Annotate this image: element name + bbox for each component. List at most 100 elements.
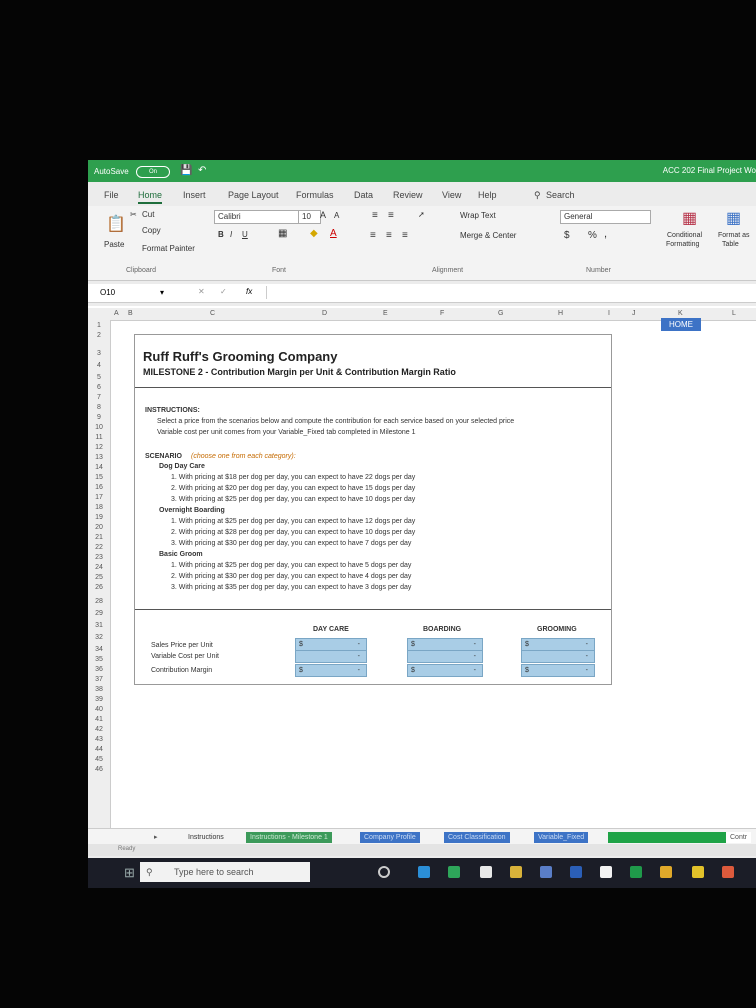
formula-input[interactable] [266,286,747,299]
row-header[interactable]: 10 [88,424,110,431]
column-header[interactable]: L [732,310,736,317]
row-header[interactable]: 18 [88,504,110,511]
edge-icon[interactable] [418,866,430,878]
row-header[interactable]: 45 [88,756,110,763]
format-as-table-button-line2[interactable]: Table [722,241,739,248]
sheet-tab-instructions-milestone-1[interactable]: Instructions - Milestone 1 [246,832,332,843]
percent-button[interactable]: % [588,230,597,241]
row-header[interactable]: 41 [88,716,110,723]
conditional-formatting-button[interactable]: Conditional [667,232,702,239]
cut-button[interactable]: Cut [142,210,154,219]
input-cell-boarding-variable[interactable]: - [407,650,483,663]
format-as-table-button[interactable]: Format as [718,232,750,239]
format-painter-button[interactable]: Format Painter [142,244,195,253]
row-header[interactable]: 12 [88,444,110,451]
sheet-tab-variable-fixed[interactable]: Variable_Fixed [534,832,589,843]
column-header[interactable]: I [608,310,610,317]
row-header[interactable]: 6 [88,384,110,391]
fill-color-icon[interactable]: ◆ [310,228,318,239]
conditional-formatting-button-line2[interactable]: Formatting [666,241,699,248]
align-top-icon[interactable]: ≡ [372,210,378,221]
increase-font-icon[interactable]: A [320,210,326,220]
row-header[interactable]: 42 [88,726,110,733]
row-header[interactable]: 34 [88,646,110,653]
column-header[interactable]: B [128,310,133,317]
word-icon[interactable] [570,866,582,878]
currency-button[interactable]: $ [564,230,570,241]
row-header[interactable]: 35 [88,656,110,663]
input-cell-daycare-contribution[interactable]: $ - [295,664,367,677]
row-header[interactable]: 24 [88,564,110,571]
column-header[interactable]: J [632,310,636,317]
row-header[interactable]: 31 [88,622,110,629]
underline-button[interactable]: U [242,230,248,239]
row-header[interactable]: 32 [88,634,110,641]
sheet-tab-cost-classification[interactable]: Cost Classification [444,832,510,843]
fx-button[interactable]: fx [246,287,252,296]
row-header[interactable]: 40 [88,706,110,713]
row-header[interactable]: 9 [88,414,110,421]
app-icon[interactable] [600,866,612,878]
tab-data[interactable]: Data [354,190,373,200]
tab-page-layout[interactable]: Page Layout [228,190,279,200]
paste-button[interactable]: Paste [104,240,124,249]
autosave-toggle[interactable]: On [136,166,170,178]
font-size-select[interactable]: 10 [298,210,321,224]
sheet-tab-active[interactable] [608,832,728,843]
tab-help[interactable]: Help [478,190,497,200]
name-box-dropdown-icon[interactable]: ▾ [160,288,164,297]
input-cell-daycare-variable[interactable]: - [295,650,367,663]
file-explorer-icon[interactable] [480,866,492,878]
cancel-icon[interactable]: ✕ [198,287,205,296]
cut-icon[interactable]: ✂ [130,210,137,219]
row-header[interactable]: 21 [88,534,110,541]
folder-icon[interactable] [510,866,522,878]
row-header[interactable]: 44 [88,746,110,753]
italic-button[interactable]: I [230,230,232,239]
row-header[interactable]: 23 [88,554,110,561]
tab-formulas[interactable]: Formulas [296,190,334,200]
home-button[interactable]: HOME [661,318,701,331]
windows-start-icon[interactable]: ⊞ [124,865,135,881]
row-header[interactable]: 28 [88,598,110,605]
row-header[interactable]: 15 [88,474,110,481]
tab-insert[interactable]: Insert [183,190,206,200]
column-header[interactable]: E [383,310,388,317]
taskbar-search[interactable]: ⚲ Type here to search [140,862,310,882]
align-center-icon[interactable]: ≡ [386,230,392,241]
row-header[interactable]: 7 [88,394,110,401]
wrap-text-button[interactable]: Wrap Text [460,211,496,220]
row-header[interactable]: 29 [88,610,110,617]
font-name-select[interactable]: Calibri [214,210,299,224]
tab-view[interactable]: View [442,190,461,200]
excel-icon[interactable] [630,866,642,878]
row-header[interactable]: 17 [88,494,110,501]
save-icon[interactable]: 💾 [180,165,192,176]
name-box[interactable]: O10 [100,288,115,297]
row-header[interactable]: 5 [88,374,110,381]
column-header[interactable]: H [558,310,563,317]
input-cell-grooming-contribution[interactable]: $ - [521,664,595,677]
enter-icon[interactable]: ✓ [220,287,227,296]
tab-home[interactable]: Home [138,190,163,204]
column-header[interactable]: C [210,310,215,317]
row-header[interactable]: 37 [88,676,110,683]
row-header[interactable]: 25 [88,574,110,581]
search-box[interactable]: Search [546,190,575,200]
font-color-icon[interactable]: A [330,228,337,239]
align-left-icon[interactable]: ≡ [370,230,376,241]
sheet-tab-contr[interactable]: Contr [726,832,752,843]
align-middle-icon[interactable]: ≡ [388,210,394,221]
app-icon[interactable] [722,866,734,878]
comma-button[interactable]: , [604,228,607,240]
search-icon[interactable]: ⚲ [534,190,541,201]
row-header[interactable]: 13 [88,454,110,461]
row-header[interactable]: 39 [88,696,110,703]
store-icon[interactable] [448,866,460,878]
row-header[interactable]: 8 [88,404,110,411]
sheet-tab-instructions[interactable]: Instructions [184,832,228,843]
row-header[interactable]: 14 [88,464,110,471]
column-header[interactable]: A [114,310,119,317]
worksheet-grid[interactable]: A B C D E F G H I J K L 1 2 3 4 5 6 7 8 … [88,306,756,836]
borders-icon[interactable]: ▦ [278,228,287,239]
